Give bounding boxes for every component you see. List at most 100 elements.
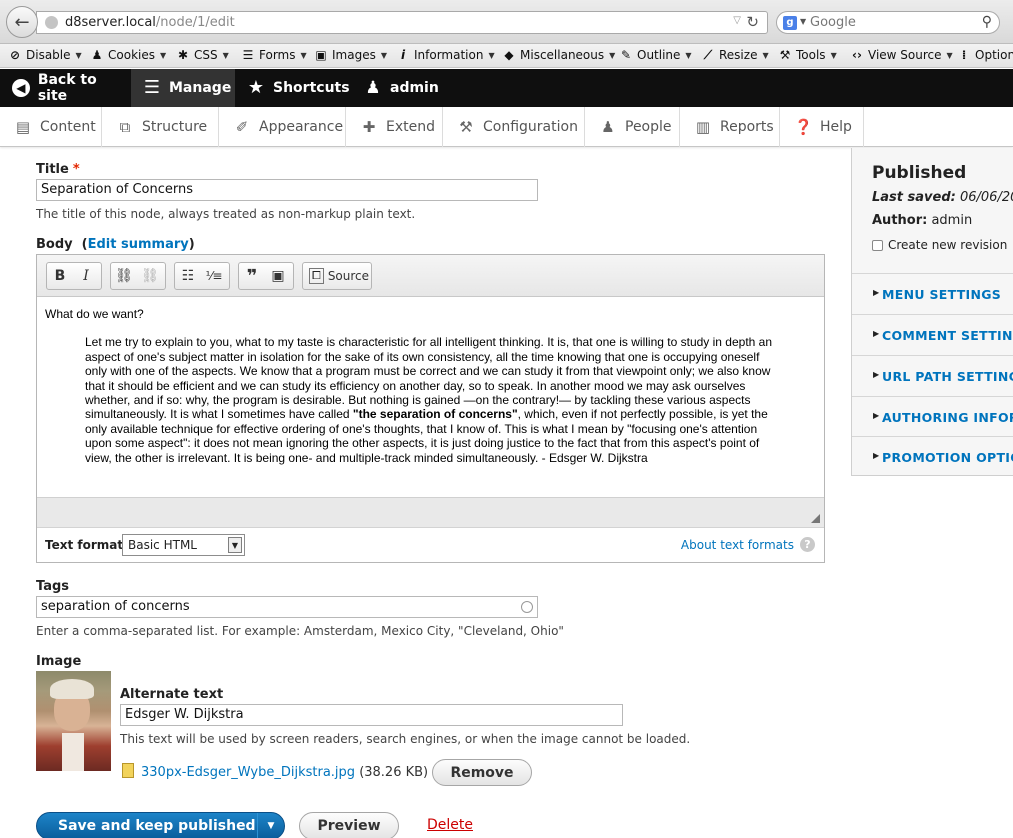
- tray-item-people[interactable]: ♟ People: [585, 107, 680, 147]
- search-placeholder: Google: [810, 15, 856, 30]
- cube-icon: ◆: [504, 48, 514, 62]
- image-button[interactable]: ▣: [265, 263, 291, 289]
- source-button[interactable]: ⧠ Source: [302, 262, 372, 290]
- search-input[interactable]: g ▼ Google ⚲: [776, 11, 1000, 34]
- tray-item-content[interactable]: ▤ Content: [0, 107, 102, 147]
- url-history-dropdown-icon[interactable]: ▽: [733, 15, 741, 26]
- italic-button[interactable]: I: [73, 263, 99, 289]
- pencil-icon: ✎: [620, 48, 632, 62]
- sitemap-icon: ⧉: [119, 118, 131, 136]
- preview-button[interactable]: Preview: [299, 812, 399, 838]
- triangle-right-icon: ▶: [873, 411, 880, 420]
- admin-toolbar: ◀ Back to site ☰ Manage ★ Shortcuts ♟ admin: [0, 69, 1013, 107]
- resize-handle-icon[interactable]: [811, 514, 820, 523]
- details-authoring-information[interactable]: ▶AUTHORING INFORM: [852, 396, 1013, 437]
- title-input[interactable]: Separation of Concerns: [36, 179, 538, 201]
- details-promotion-options[interactable]: ▶ PROMOTION OPTIO: [852, 436, 1013, 475]
- devbar-cookies[interactable]: ♟ Cookies ▼: [90, 48, 167, 62]
- edit-summary-link[interactable]: Edit summary: [88, 237, 189, 252]
- about-text-formats-link[interactable]: About text formats: [681, 538, 794, 552]
- wand-icon: ✱: [177, 48, 189, 62]
- link-button[interactable]: ⛓: [111, 263, 137, 289]
- browser-back-button[interactable]: ←: [6, 6, 38, 38]
- image-icon: ▣: [315, 48, 327, 62]
- help-icon[interactable]: ?: [800, 537, 815, 552]
- devbar-tools[interactable]: ⚒ Tools ▼: [778, 48, 837, 62]
- triangle-right-icon: ▶: [873, 329, 880, 338]
- devbar-view-source[interactable]: ‹› View Source ▼: [850, 48, 953, 62]
- url-field[interactable]: d8server.local/node/1/edit ▽ ↻: [36, 11, 768, 34]
- numbered-list-button[interactable]: ⅟≡: [201, 263, 227, 289]
- chevron-down-icon[interactable]: ▼: [257, 813, 284, 838]
- devbar-forms[interactable]: ☰ Forms ▼: [241, 48, 307, 62]
- devbar-miscellaneous[interactable]: ◆ Miscellaneous ▼: [502, 48, 615, 62]
- text-format-select[interactable]: Basic HTML ▼: [122, 534, 245, 556]
- google-icon[interactable]: g: [783, 16, 797, 30]
- tray-item-reports[interactable]: ▥ Reports: [680, 107, 780, 147]
- editor-paragraph: What do we want?: [45, 307, 144, 321]
- devbar-options[interactable]: ⁞Options: [957, 48, 1013, 62]
- puzzle-icon: ✚: [362, 118, 376, 136]
- tray-item-help[interactable]: ❓ Help: [780, 107, 864, 147]
- entity-meta-sidebar: Published Last saved: 06/06/20 Author: a…: [851, 148, 1013, 476]
- publish-status: Published: [872, 163, 967, 183]
- image-file-icon: [122, 763, 134, 778]
- triangle-right-icon: ▶: [873, 288, 880, 297]
- search-icon[interactable]: ⚲: [982, 14, 992, 30]
- tray-item-configuration[interactable]: ⚒ Configuration: [443, 107, 585, 147]
- admin-menu-tray: ▤ Content ⧉ Structure ✐ Appearance ✚ Extend …: [0, 107, 1013, 147]
- devbar-information[interactable]: i Information ▼: [396, 48, 495, 62]
- author-info: Author: admin: [872, 213, 973, 228]
- text-format-wrapper: Text format Basic HTML ▼ About text form…: [37, 527, 824, 562]
- unlink-button[interactable]: ⛓: [137, 263, 163, 289]
- checkbox-icon[interactable]: [872, 239, 883, 251]
- toolbar-user-tab[interactable]: ♟ admin: [352, 69, 452, 107]
- delete-link[interactable]: Delete: [427, 817, 473, 833]
- ckeditor-body: B I ⛓ ⛓ ☷ ⅟≡ ❞ ▣ ⧠ Source What do we wan…: [36, 254, 825, 563]
- help-icon: ❓: [794, 118, 813, 136]
- details-url-path-settings[interactable]: ▶URL PATH SETTINGS: [852, 355, 1013, 396]
- reload-icon[interactable]: ↻: [746, 13, 759, 31]
- bold-button[interactable]: B: [47, 263, 73, 289]
- editor-basic-styles-group: B I: [46, 262, 102, 290]
- file-info: 330px-Edsger_Wybe_Dijkstra.jpg (38.26 KB…: [141, 765, 428, 780]
- devbar-disable[interactable]: ⊘ Disable ▼: [8, 48, 82, 62]
- editor-content-area[interactable]: What do we want? Let me try to explain t…: [45, 307, 805, 465]
- devbar-outline[interactable]: ✎ Outline ▼: [619, 48, 692, 62]
- file-link[interactable]: 330px-Edsger_Wybe_Dijkstra.jpg: [141, 765, 355, 780]
- url-text[interactable]: d8server.local/node/1/edit: [65, 15, 235, 30]
- tray-item-appearance[interactable]: ✐ Appearance: [219, 107, 346, 147]
- blockquote-button[interactable]: ❞: [239, 263, 265, 289]
- toolbar-shortcuts-tab[interactable]: ★ Shortcuts: [235, 69, 351, 107]
- wrench-icon: ⚒: [779, 48, 791, 62]
- editor-status-bar: [37, 497, 824, 527]
- alt-text-description: This text will be used by screen readers…: [120, 732, 691, 746]
- info-icon: i: [400, 48, 406, 62]
- image-icon: ▣: [271, 268, 285, 284]
- back-to-site-link[interactable]: ◀ Back to site: [0, 69, 130, 107]
- save-button[interactable]: Save and keep published ▼: [36, 812, 285, 838]
- devbar-resize[interactable]: ⟋ Resize ▼: [701, 48, 769, 63]
- devbar-images[interactable]: ▣ Images ▼: [314, 48, 387, 62]
- bulleted-list-icon: ☷: [181, 268, 195, 284]
- editor-lists-group: ☷ ⅟≡: [174, 262, 230, 290]
- devbar-css[interactable]: ✱ CSS ▼: [176, 48, 229, 62]
- list-icon: ☰: [242, 48, 254, 62]
- numbered-list-icon: ⅟≡: [205, 269, 223, 283]
- tags-input[interactable]: separation of concerns: [36, 596, 538, 618]
- web-developer-toolbar: ⊘ Disable ▼ ♟ Cookies ▼ ✱ CSS ▼ ☰ Forms ▼ ▣ Image…: [0, 44, 1013, 68]
- alt-text-input[interactable]: Edsger W. Dijkstra: [120, 704, 623, 726]
- editor-toolbar: B I ⛓ ⛓ ☷ ⅟≡ ❞ ▣ ⧠ Source: [37, 255, 824, 297]
- chevron-down-icon[interactable]: ▼: [800, 17, 806, 26]
- tray-item-structure[interactable]: ⧉ Structure: [102, 107, 219, 147]
- details-comment-settings[interactable]: ▶ COMMENT SETTING: [852, 314, 1013, 355]
- details-menu-settings[interactable]: ▶ MENU SETTINGS: [852, 273, 1013, 314]
- create-revision-checkbox[interactable]: Create new revision: [872, 238, 1007, 252]
- remove-button[interactable]: Remove: [432, 759, 532, 786]
- toolbar-manage-tab[interactable]: ☰ Manage: [131, 69, 235, 107]
- editor-links-group: ⛓ ⛓: [110, 262, 166, 290]
- page-icon: ▤: [15, 118, 31, 136]
- bulleted-list-button[interactable]: ☷: [175, 263, 201, 289]
- wrench-icon: ⚒: [459, 118, 473, 136]
- tray-item-extend[interactable]: ✚ Extend: [346, 107, 443, 147]
